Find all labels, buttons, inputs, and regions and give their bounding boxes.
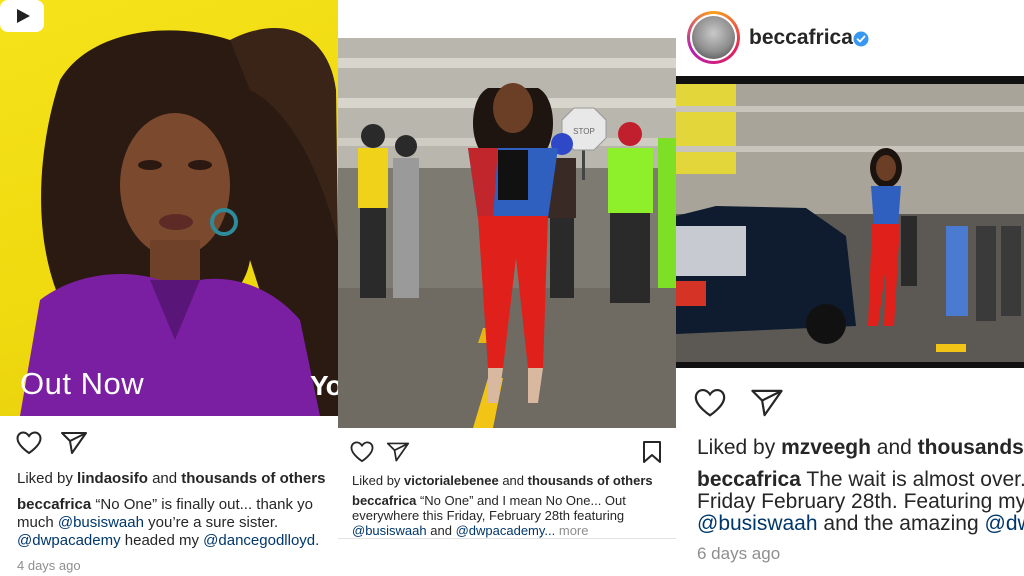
caption-text: you’re a sure sister. bbox=[148, 514, 279, 531]
bookmark-icon[interactable] bbox=[642, 440, 662, 464]
post-panel-3: beccafrica Liked by mzveegh and thousand… bbox=[676, 0, 1024, 576]
liked-by-user[interactable]: victorialebenee bbox=[404, 473, 499, 488]
liked-by-others[interactable]: thousands of others bbox=[528, 473, 653, 488]
divider bbox=[338, 538, 676, 539]
caption-username[interactable]: beccafrica bbox=[352, 493, 416, 508]
video-still-illustration bbox=[676, 76, 1024, 368]
caption-line-3: @busiswaah and @dwpacademy... more bbox=[352, 523, 589, 538]
avatar[interactable] bbox=[687, 11, 740, 64]
mention-link[interactable]: @dancegodlloyd. bbox=[203, 532, 319, 549]
liked-by-label: Liked by bbox=[697, 436, 776, 459]
verified-badge-icon bbox=[853, 31, 869, 47]
youtube-play-icon bbox=[0, 0, 44, 32]
caption-line-2: Friday February 28th. Featuring my lo bbox=[697, 490, 1024, 513]
stop-sign-text: STOP bbox=[573, 127, 595, 136]
caption-text: and bbox=[430, 523, 452, 538]
liked-by-user[interactable]: lindaosifo bbox=[77, 470, 148, 487]
post-timestamp: 4 days ago bbox=[17, 558, 81, 573]
mention-link[interactable]: @busiswaah bbox=[697, 512, 818, 535]
caption-text: headed my bbox=[124, 532, 199, 549]
post-image-2[interactable]: STOP bbox=[338, 38, 676, 428]
caption-line-2: everywhere this Friday, February 28th fe… bbox=[352, 508, 625, 523]
mention-link[interactable]: @dwp bbox=[985, 512, 1024, 535]
caption-line-1: beccafrica “No One” and I mean No One...… bbox=[352, 493, 626, 508]
liked-by-label: Liked by bbox=[352, 473, 401, 488]
more-link[interactable]: more bbox=[559, 523, 589, 538]
caption-username[interactable]: beccafrica bbox=[697, 468, 801, 491]
caption-line-1: beccafrica The wait is almost over... bbox=[697, 469, 1024, 491]
share-icon[interactable] bbox=[750, 388, 784, 418]
caption-username[interactable]: beccafrica bbox=[17, 496, 91, 513]
post-image-1[interactable]: Out Now Yo bbox=[0, 0, 338, 416]
share-icon[interactable] bbox=[60, 431, 88, 455]
avatar-ring bbox=[690, 14, 737, 61]
post-timestamp: 6 days ago bbox=[697, 544, 781, 563]
post-panel-2: STOP Liked by victorialebenee and thousa… bbox=[338, 0, 676, 576]
avatar-image bbox=[692, 16, 735, 59]
heart-icon[interactable] bbox=[350, 441, 374, 463]
caption-line-1: beccafrica “No One” is finally out... th… bbox=[17, 496, 313, 514]
caption-text: much bbox=[17, 514, 54, 531]
post-panel-1: Out Now Yo Liked by lindaosifo and thous… bbox=[0, 0, 338, 576]
caption-line-3: @dwpacademy headed my @dancegodlloyd. bbox=[17, 532, 319, 550]
portrait-illustration bbox=[20, 28, 338, 416]
caption-text: The wait is almost over... bbox=[806, 468, 1024, 491]
youtube-wordmark: Yo bbox=[310, 370, 338, 401]
caption-line-3: @busiswaah and the amazing @dwp bbox=[697, 513, 1024, 535]
liked-by-and: and bbox=[876, 436, 912, 459]
heart-icon[interactable] bbox=[16, 431, 42, 455]
liked-by-user[interactable]: mzveegh bbox=[781, 436, 871, 459]
heart-icon[interactable] bbox=[694, 388, 726, 418]
caption-text: and the amazing bbox=[823, 512, 979, 535]
likes-line: Liked by mzveegh and thousands o bbox=[697, 437, 1024, 459]
likes-line: Liked by victorialebenee and thousands o… bbox=[352, 473, 653, 488]
liked-by-and: and bbox=[152, 470, 178, 487]
post-username[interactable]: beccafrica bbox=[749, 26, 853, 50]
caption-text: “No One” is finally out... thank yo bbox=[95, 496, 313, 513]
caption-text: “No One” and I mean No One... Out bbox=[419, 493, 626, 508]
dance-crew-illustration: STOP bbox=[338, 38, 676, 428]
mention-link[interactable]: @dwpacademy... bbox=[456, 523, 556, 538]
out-now-overlay: Out Now bbox=[20, 366, 145, 401]
liked-by-others[interactable]: thousands of others bbox=[181, 470, 325, 487]
share-icon[interactable] bbox=[386, 441, 410, 463]
mention-link[interactable]: @busiswaah bbox=[352, 523, 427, 538]
post-image-3[interactable] bbox=[676, 76, 1024, 368]
caption-line-2: much @busiswaah you’re a sure sister. bbox=[17, 514, 278, 532]
likes-line: Liked by lindaosifo and thousands of oth… bbox=[17, 470, 325, 488]
liked-by-others[interactable]: thousands o bbox=[918, 436, 1024, 459]
liked-by-and: and bbox=[502, 473, 525, 488]
mention-link[interactable]: @busiswaah bbox=[58, 514, 144, 531]
liked-by-label: Liked by bbox=[17, 470, 73, 487]
mention-link[interactable]: @dwpacademy bbox=[17, 532, 121, 549]
